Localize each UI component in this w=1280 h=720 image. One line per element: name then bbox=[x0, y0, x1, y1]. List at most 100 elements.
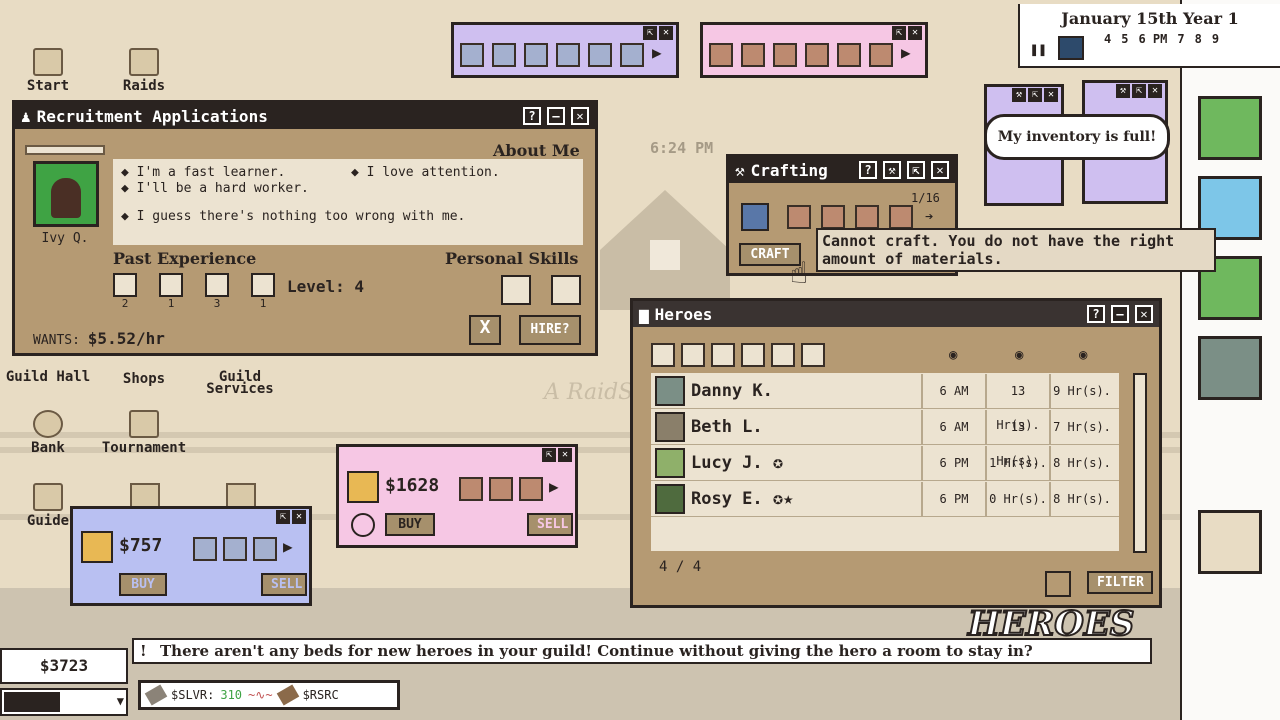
minimize-button[interactable]: – bbox=[547, 107, 565, 125]
notification-bar[interactable]: ! There aren't any beds for new heroes i… bbox=[132, 638, 1152, 664]
desktop-icon-shops[interactable]: Shops bbox=[99, 371, 189, 387]
pause-button[interactable]: ❚❚ bbox=[1030, 42, 1047, 58]
item-slot[interactable] bbox=[460, 43, 484, 67]
speed-control[interactable]: ▼ bbox=[0, 688, 128, 716]
item-slot[interactable] bbox=[869, 43, 893, 67]
close-icon[interactable]: ✕ bbox=[1044, 88, 1058, 102]
smiley-tab-icon[interactable] bbox=[651, 343, 675, 367]
hero-avatar bbox=[655, 483, 685, 514]
item-slot[interactable] bbox=[773, 43, 797, 67]
item-slot[interactable] bbox=[489, 477, 513, 501]
scrollbar[interactable] bbox=[1133, 373, 1147, 553]
gem-icon bbox=[159, 273, 183, 297]
table-row[interactable]: Rosy E. ✪★ 6 PM 0 Hr(s). 8 Hr(s). bbox=[651, 481, 1119, 517]
help-button[interactable]: ? bbox=[859, 161, 877, 179]
wrench-icon[interactable]: ⚒ bbox=[1116, 84, 1130, 98]
arrow-right-icon[interactable]: ➔ bbox=[925, 209, 933, 225]
item-slot[interactable] bbox=[805, 43, 829, 67]
pin-icon[interactable]: ⇱ bbox=[542, 448, 556, 462]
hour-tick: 4 bbox=[1104, 32, 1112, 46]
close-icon[interactable]: ✕ bbox=[659, 26, 673, 40]
arrow-right-icon[interactable]: ▶ bbox=[549, 477, 559, 501]
close-icon[interactable]: ✕ bbox=[292, 510, 306, 524]
item-slot[interactable] bbox=[837, 43, 861, 67]
item-slot[interactable] bbox=[459, 477, 483, 501]
trait-line: ◆ I guess there's nothing too wrong with… bbox=[121, 209, 466, 224]
shop-window-blue: ⇱ ✕ $757 ▶ BUY SELL bbox=[70, 506, 312, 606]
sword-tab-icon[interactable] bbox=[801, 343, 825, 367]
close-button[interactable]: ✕ bbox=[931, 161, 949, 179]
item-slot[interactable] bbox=[519, 477, 543, 501]
table-row[interactable]: Lucy J. ✪ 6 PM 1 Hr(s). 8 Hr(s). bbox=[651, 445, 1119, 481]
material-slot[interactable] bbox=[855, 205, 879, 229]
close-button[interactable]: ✕ bbox=[1135, 305, 1153, 323]
minimize-button[interactable]: – bbox=[1111, 305, 1129, 323]
item-slot[interactable] bbox=[492, 43, 516, 67]
chevron-down-icon[interactable]: ▼ bbox=[117, 694, 124, 708]
rsrc-label: $RSRC bbox=[302, 688, 339, 702]
help-button[interactable]: ? bbox=[523, 107, 541, 125]
inventory-bar-pink: ⇱ ✕ ▶ bbox=[700, 22, 928, 78]
wrench-button[interactable]: ⚒ bbox=[883, 161, 901, 179]
help-button[interactable]: ? bbox=[1087, 305, 1105, 323]
buy-button[interactable]: BUY bbox=[119, 573, 167, 596]
eye-icon bbox=[205, 273, 229, 297]
gold-balance: $3723 bbox=[0, 648, 128, 684]
item-slot[interactable] bbox=[709, 43, 733, 67]
material-slot[interactable] bbox=[787, 205, 811, 229]
pin-button[interactable] bbox=[1045, 571, 1071, 597]
pin-icon[interactable]: ⇱ bbox=[643, 26, 657, 40]
clock-tab-icon[interactable] bbox=[681, 343, 705, 367]
arrow-right-icon[interactable]: ▶ bbox=[901, 43, 911, 67]
muscle-icon bbox=[113, 273, 137, 297]
close-icon[interactable]: ✕ bbox=[558, 448, 572, 462]
close-button[interactable]: ✕ bbox=[571, 107, 589, 125]
pin-icon[interactable]: ⇱ bbox=[1132, 84, 1146, 98]
buy-button[interactable]: BUY bbox=[385, 513, 435, 536]
applicant-portrait bbox=[33, 161, 99, 227]
arrow-right-icon[interactable]: ▶ bbox=[283, 537, 293, 561]
filter-button[interactable]: FILTER bbox=[1087, 571, 1153, 594]
pin-icon[interactable]: ⇱ bbox=[1028, 88, 1042, 102]
item-slot[interactable] bbox=[193, 537, 217, 561]
arrow-right-icon[interactable]: ▶ bbox=[652, 43, 662, 67]
item-slot[interactable] bbox=[253, 537, 277, 561]
dollar-tab-icon[interactable] bbox=[771, 343, 795, 367]
calendar-icon[interactable] bbox=[1058, 36, 1084, 60]
close-icon[interactable]: ✕ bbox=[1148, 84, 1162, 98]
desktop-icon-bank[interactable]: Bank bbox=[3, 410, 93, 456]
desktop-icon-tournament[interactable]: Tournament bbox=[99, 410, 189, 456]
side-building-thumbnail[interactable] bbox=[1198, 510, 1262, 574]
desktop-icon-start[interactable]: Start bbox=[3, 48, 93, 94]
pin-icon[interactable]: ⇱ bbox=[276, 510, 290, 524]
stats-tab-icon[interactable] bbox=[711, 343, 735, 367]
silver-bar-icon bbox=[144, 684, 168, 706]
table-row[interactable]: Danny K. 6 AM 13 Hr(s). 9 Hr(s). bbox=[651, 373, 1119, 432]
item-slot[interactable] bbox=[588, 43, 612, 67]
side-hero-portrait[interactable] bbox=[1198, 336, 1262, 400]
table-row[interactable]: Beth L. 6 AM 13 Hr(s). 7 Hr(s). bbox=[651, 409, 1119, 468]
sell-button[interactable]: SELL bbox=[261, 573, 307, 596]
desktop-icon-guild-hall[interactable]: Guild Hall bbox=[3, 370, 93, 384]
shirt-tab-icon[interactable] bbox=[741, 343, 765, 367]
side-hero-portrait[interactable] bbox=[1198, 96, 1262, 160]
item-slot[interactable] bbox=[741, 43, 765, 67]
material-slot[interactable] bbox=[889, 205, 913, 229]
wrench-icon[interactable]: ⚒ bbox=[1012, 88, 1026, 102]
hour-tick: 8 bbox=[1194, 32, 1202, 46]
item-slot[interactable] bbox=[620, 43, 644, 67]
material-slot[interactable] bbox=[821, 205, 845, 229]
recipe-icon[interactable] bbox=[741, 203, 769, 231]
sell-button[interactable]: SELL bbox=[527, 513, 573, 536]
pin-icon[interactable]: ⇱ bbox=[892, 26, 906, 40]
hire-button[interactable]: HIRE? bbox=[519, 315, 581, 345]
item-slot[interactable] bbox=[524, 43, 548, 67]
pin-button[interactable]: ⇱ bbox=[907, 161, 925, 179]
house-decoration bbox=[600, 190, 730, 310]
item-slot[interactable] bbox=[556, 43, 580, 67]
desktop-icon-raids[interactable]: Raids bbox=[99, 48, 189, 94]
close-icon[interactable]: ✕ bbox=[908, 26, 922, 40]
reject-button[interactable]: X bbox=[469, 315, 501, 345]
desktop-icon-guild-services[interactable]: Guild Services bbox=[195, 370, 285, 396]
item-slot[interactable] bbox=[223, 537, 247, 561]
